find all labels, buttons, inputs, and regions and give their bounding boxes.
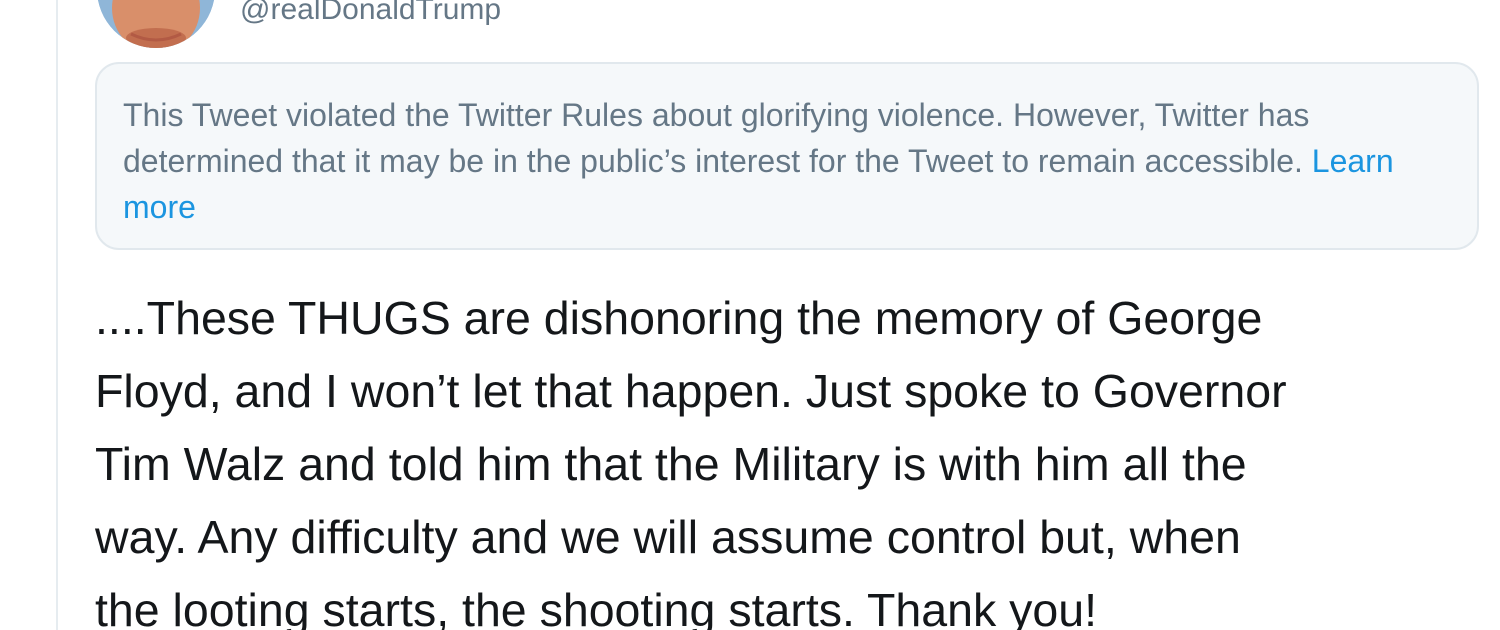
tweet-line: Floyd, and I won’t let that happen. Just… xyxy=(95,365,1287,417)
tweet-line: ....These THUGS are dishonoring the memo… xyxy=(95,292,1263,344)
timeline-border xyxy=(56,0,58,630)
tweet-line: the looting starts, the shooting starts.… xyxy=(95,584,1098,630)
avatar[interactable] xyxy=(97,0,215,48)
violation-notice: This Tweet violated the Twitter Rules ab… xyxy=(95,62,1479,250)
user-handle[interactable]: @realDonaldTrump xyxy=(240,0,501,28)
tweet-text: ....These THUGS are dishonoring the memo… xyxy=(95,282,1495,630)
tweet-line: Tim Walz and told him that the Military … xyxy=(95,438,1247,490)
notice-text-block: This Tweet violated the Twitter Rules ab… xyxy=(123,92,1451,230)
tweet-view: @realDonaldTrump This Tweet violated the… xyxy=(0,0,1500,630)
notice-text: This Tweet violated the Twitter Rules ab… xyxy=(123,97,1310,179)
avatar-image xyxy=(97,0,215,48)
tweet-line: way. Any difficulty and we will assume c… xyxy=(95,511,1241,563)
